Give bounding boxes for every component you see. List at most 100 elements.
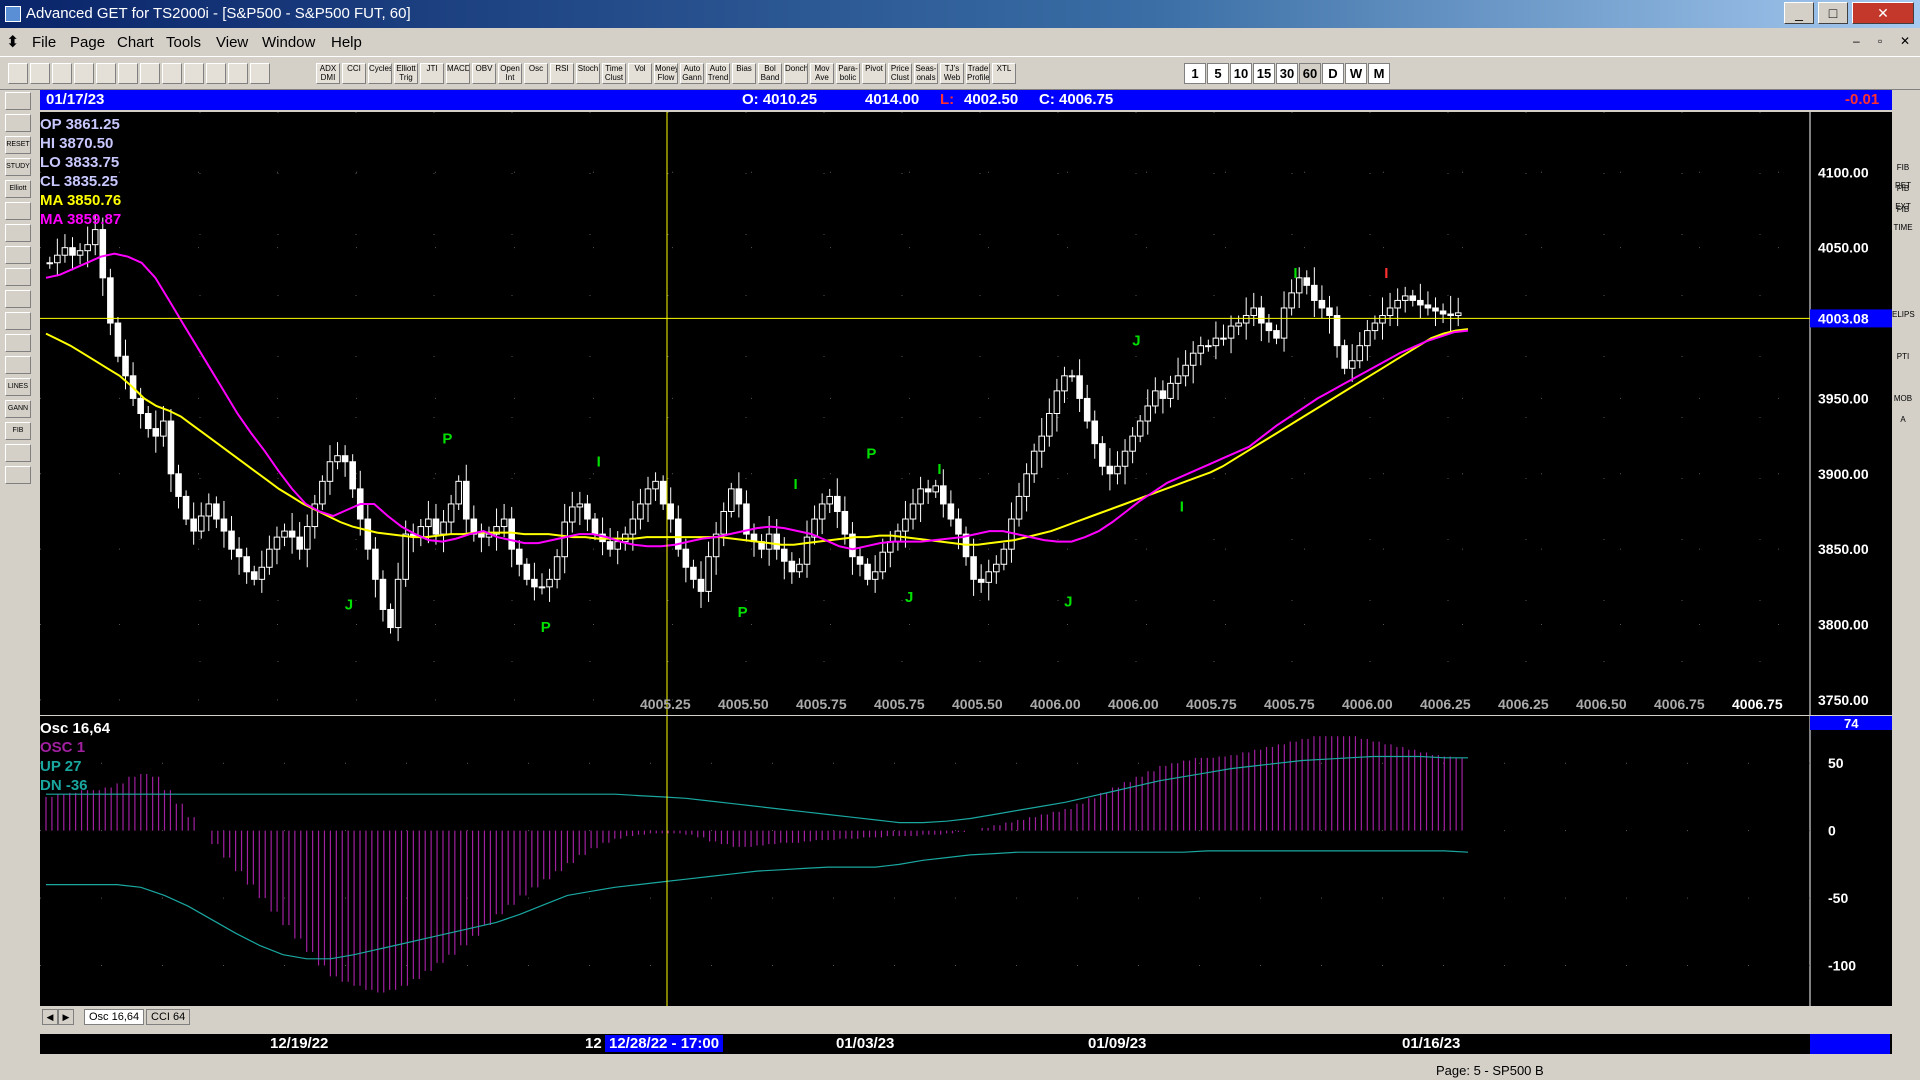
mdi-close-button[interactable]: ✕	[1900, 34, 1910, 48]
indicator-button-0[interactable]: ADX DMI	[316, 63, 340, 84]
timeframe-button-7[interactable]: W	[1345, 63, 1367, 84]
right-tool-13[interactable]	[1892, 369, 1914, 387]
indicator-button-25[interactable]: Trade Profile	[966, 63, 990, 84]
right-tool-3[interactable]: FIB RET	[1892, 159, 1914, 190]
right-tool-7[interactable]	[1892, 243, 1914, 261]
indicator-button-26[interactable]: XTL	[992, 63, 1016, 84]
toolbar-icon-3[interactable]	[74, 63, 94, 84]
timeframe-button-5[interactable]: 60	[1299, 63, 1321, 84]
right-tool-9[interactable]	[1892, 285, 1914, 303]
tab-osc[interactable]: Osc 16,64	[84, 1009, 145, 1025]
left-tool-2[interactable]: RESET	[5, 136, 31, 154]
indicator-button-15[interactable]: Auto Trend	[706, 63, 730, 84]
menu-file[interactable]: File	[32, 34, 56, 51]
toolbar-icon-11[interactable]	[250, 63, 270, 84]
left-tool-13[interactable]: LINES	[5, 378, 31, 396]
toolbar-icon-0[interactable]	[8, 63, 28, 84]
timeframe-button-1[interactable]: 5	[1207, 63, 1229, 84]
right-tool-12[interactable]: PTI	[1892, 348, 1914, 366]
left-tool-9[interactable]	[5, 290, 31, 308]
indicator-button-20[interactable]: Para-bolic	[836, 63, 860, 84]
toolbar-icon-10[interactable]	[228, 63, 248, 84]
menu-view[interactable]: View	[216, 34, 248, 51]
right-tool-20[interactable]	[1892, 516, 1914, 534]
indicator-button-5[interactable]: MACD	[446, 63, 470, 84]
indicator-button-21[interactable]: Pivot	[862, 63, 886, 84]
indicator-button-24[interactable]: TJ's Web	[940, 63, 964, 84]
menu-page[interactable]: Page	[70, 34, 105, 51]
right-tool-14[interactable]: MOB	[1892, 390, 1914, 408]
timeframe-button-3[interactable]: 15	[1253, 63, 1275, 84]
indicator-button-9[interactable]: RSI	[550, 63, 574, 84]
left-tool-1[interactable]	[5, 114, 31, 132]
right-tool-0[interactable]	[1892, 96, 1914, 114]
indicator-button-1[interactable]: CCI	[342, 63, 366, 84]
menu-help[interactable]: Help	[331, 34, 362, 51]
right-tool-4[interactable]: FIB EXT	[1892, 180, 1914, 211]
indicator-button-4[interactable]: JTI	[420, 63, 444, 84]
left-tool-10[interactable]	[5, 312, 31, 330]
right-tool-11[interactable]	[1892, 327, 1914, 345]
indicator-button-19[interactable]: Mov Ave	[810, 63, 834, 84]
menu-tools[interactable]: Tools	[166, 34, 201, 51]
right-tool-10[interactable]: ELIPS	[1892, 306, 1915, 324]
toolbar-icon-2[interactable]	[52, 63, 72, 84]
right-tool-15[interactable]: A	[1892, 411, 1914, 429]
toolbar-icon-9[interactable]	[206, 63, 226, 84]
toolbar-icon-6[interactable]	[140, 63, 160, 84]
left-tool-3[interactable]: STUDY	[5, 158, 31, 176]
oscillator-chart[interactable]: 50 0 -50 -100 74 Osc 16,64 OSC 1 UP 27 DN -3…	[40, 716, 1892, 1006]
left-tool-17[interactable]	[5, 466, 31, 484]
indicator-button-13[interactable]: Money Flow	[654, 63, 678, 84]
indicator-button-2[interactable]: Cycles	[368, 63, 392, 84]
price-chart[interactable]: 4100.00 4050.00 3950.00 3900.00 3850.00 3800.…	[40, 112, 1892, 715]
indicator-button-8[interactable]: Osc	[524, 63, 548, 84]
indicator-button-7[interactable]: Open Int	[498, 63, 522, 84]
menu-chart[interactable]: Chart	[117, 34, 154, 51]
left-tool-15[interactable]: FIB	[5, 422, 31, 440]
toolbar-icon-8[interactable]	[184, 63, 204, 84]
indicator-button-11[interactable]: Time Clust	[602, 63, 626, 84]
indicator-button-22[interactable]: Price Clust	[888, 63, 912, 84]
timeframe-button-4[interactable]: 30	[1276, 63, 1298, 84]
toolbar-icon-1[interactable]	[30, 63, 50, 84]
right-tool-2[interactable]	[1892, 138, 1914, 156]
left-tool-12[interactable]	[5, 356, 31, 374]
timeframe-button-6[interactable]: D	[1322, 63, 1344, 84]
toolbar-icon-7[interactable]	[162, 63, 182, 84]
indicator-button-14[interactable]: Auto Gann	[680, 63, 704, 84]
right-tool-5[interactable]: FIB TIME	[1892, 201, 1914, 232]
tab-scroll-left-icon[interactable]: ◀	[42, 1009, 58, 1025]
menu-window[interactable]: Window	[262, 34, 315, 51]
left-tool-5[interactable]	[5, 202, 31, 220]
indicator-button-23[interactable]: Seas-onals	[914, 63, 938, 84]
left-tool-4[interactable]: Elliott	[5, 180, 31, 198]
right-tool-16[interactable]	[1892, 432, 1914, 450]
indicator-button-6[interactable]: OBV	[472, 63, 496, 84]
left-tool-14[interactable]: GANN	[5, 400, 31, 418]
timeframe-button-0[interactable]: 1	[1184, 63, 1206, 84]
doc-icon[interactable]: ⬍	[6, 32, 19, 52]
indicator-button-12[interactable]: Vol	[628, 63, 652, 84]
left-tool-8[interactable]	[5, 268, 31, 286]
right-tool-17[interactable]	[1892, 453, 1914, 471]
maximize-button[interactable]: □	[1818, 2, 1848, 24]
tab-cci[interactable]: CCI 64	[146, 1009, 191, 1025]
indicator-button-18[interactable]: Donch	[784, 63, 808, 84]
left-tool-11[interactable]	[5, 334, 31, 352]
right-tool-8[interactable]	[1892, 264, 1914, 282]
close-button[interactable]: ✕	[1852, 2, 1914, 24]
timeframe-button-8[interactable]: M	[1368, 63, 1390, 84]
indicator-button-16[interactable]: Bias	[732, 63, 756, 84]
mdi-restore-button[interactable]: ▫	[1878, 34, 1882, 48]
right-tool-6[interactable]	[1892, 222, 1914, 240]
indicator-button-10[interactable]: Stoch	[576, 63, 600, 84]
mdi-minimize-button[interactable]: –	[1853, 34, 1860, 48]
right-tool-18[interactable]	[1892, 474, 1914, 492]
toolbar-icon-4[interactable]	[96, 63, 116, 84]
timeframe-button-2[interactable]: 10	[1230, 63, 1252, 84]
left-tool-16[interactable]	[5, 444, 31, 462]
tab-scroll-right-icon[interactable]: ▶	[58, 1009, 74, 1025]
left-tool-6[interactable]	[5, 224, 31, 242]
right-tool-1[interactable]	[1892, 117, 1914, 135]
